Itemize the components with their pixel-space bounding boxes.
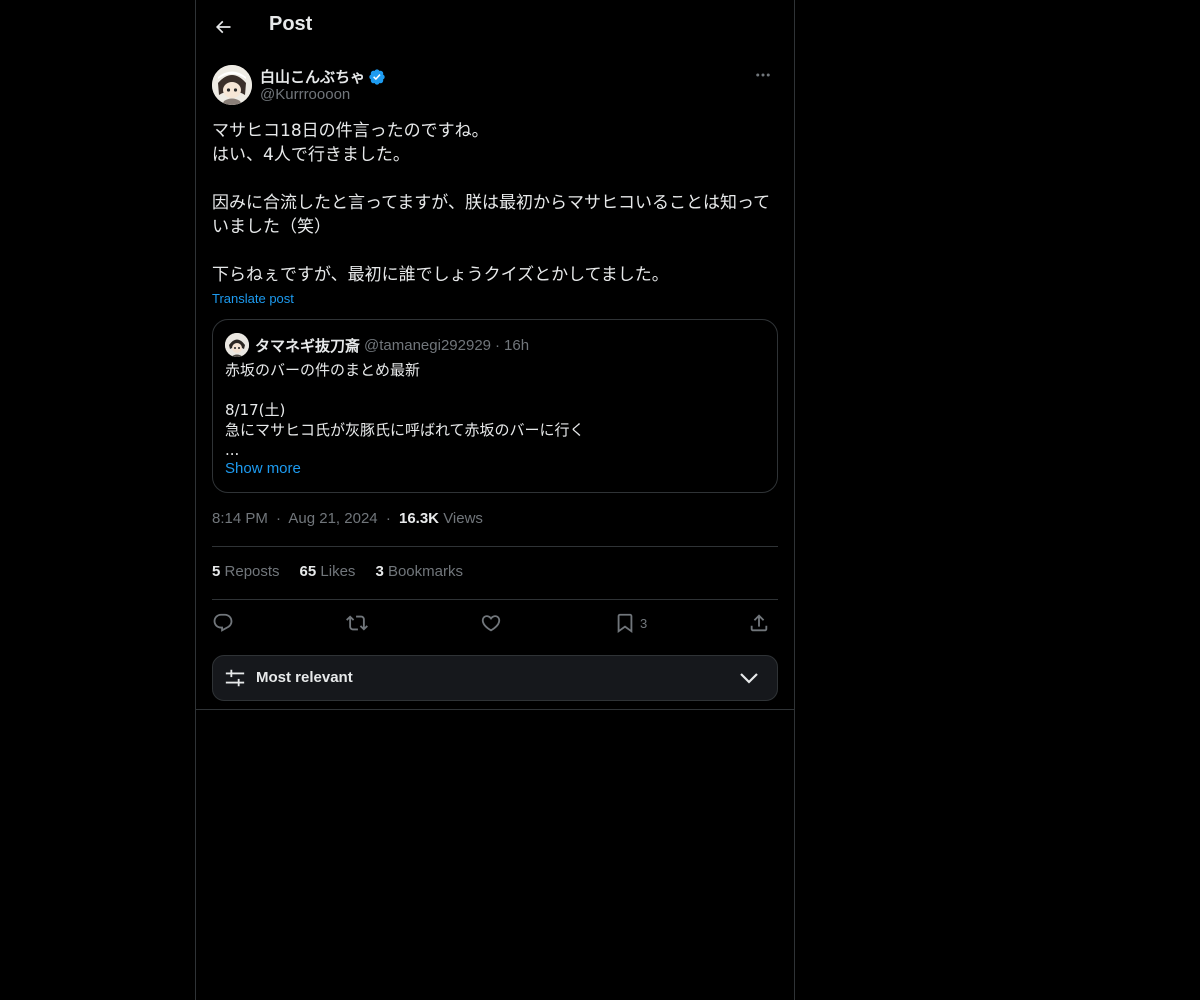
divider [212, 546, 778, 547]
quoted-avatar-image [225, 333, 249, 357]
post-column: Post 白山こんぶちゃ @Kurrroooon マサヒコ18日の件言ったのです… [195, 0, 795, 1000]
author-name[interactable]: 白山こんぶちゃ [260, 66, 386, 87]
author-name-text: 白山こんぶちゃ [260, 68, 366, 86]
page-title: Post [269, 13, 313, 35]
reply-icon [213, 613, 233, 632]
engagement-stats: 5 Reposts 65 Likes 3 Bookmarks [212, 563, 463, 580]
post-text: マサヒコ18日の件言ったのですね。 はい、4人で行きました。 因みに合流したと言… [212, 121, 771, 285]
arrow-left-icon [215, 20, 231, 34]
views-count: 16.3K [398, 510, 440, 527]
sort-label: Most relevant [256, 669, 353, 686]
avatar[interactable] [212, 65, 252, 105]
quoted-author-handle: @tamanegi292929 [364, 336, 492, 354]
bookmarks-label: Bookmarks [387, 563, 463, 580]
more-dots-icon [756, 73, 770, 77]
reposts-count: 5 [212, 563, 221, 580]
more-options-button[interactable] [748, 65, 778, 85]
post-time[interactable]: 8:14 PM [212, 510, 268, 527]
quoted-author-name: タマネギ抜刀斎 [255, 336, 361, 355]
reposts-stat[interactable]: 5 Reposts [212, 563, 280, 580]
likes-label: Likes [320, 563, 356, 580]
heart-icon [481, 615, 501, 632]
post-header: Post [196, 0, 794, 53]
repost-icon [346, 615, 368, 631]
reply-button[interactable] [212, 606, 234, 640]
bookmark-button[interactable]: 3 [614, 606, 647, 640]
like-button[interactable] [480, 606, 502, 640]
quoted-post-header: タマネギ抜刀斎 @tamanegi292929 · 16h [225, 333, 529, 357]
show-more-link[interactable]: Show more [225, 460, 301, 477]
sort-replies-dropdown[interactable]: Most relevant [212, 655, 778, 701]
sliders-icon [225, 669, 245, 687]
divider [212, 599, 778, 600]
verified-badge-icon [369, 68, 385, 85]
post-date[interactable]: Aug 21, 2024 [288, 510, 377, 527]
views-label: Views [443, 510, 483, 527]
bookmarks-stat[interactable]: 3 Bookmarks [375, 563, 463, 580]
quoted-post[interactable]: タマネギ抜刀斎 @tamanegi292929 · 16h 赤坂のバーの件のまと… [212, 319, 778, 493]
bookmark-count: 3 [640, 615, 648, 631]
repost-button[interactable] [346, 606, 368, 640]
quoted-post-text: 赤坂のバーの件のまとめ最新 8/17(土) 急にマサヒコ氏が灰豚氏に呼ばれて赤坂… [225, 361, 585, 459]
quoted-separator: · [495, 336, 501, 354]
bookmarks-count: 3 [375, 563, 384, 580]
translate-post-link[interactable]: Translate post [212, 291, 294, 306]
quoted-avatar [225, 333, 249, 357]
avatar-image [212, 65, 252, 105]
author-handle[interactable]: @Kurrroooon [260, 86, 350, 103]
share-icon [750, 614, 768, 632]
likes-count: 65 [299, 563, 317, 580]
bookmark-icon [617, 613, 633, 634]
post-author: 白山こんぶちゃ @Kurrroooon [212, 65, 778, 109]
chevron-down-icon [740, 673, 758, 684]
share-button[interactable] [748, 606, 770, 640]
back-button[interactable] [208, 12, 238, 42]
post-meta: 8:14 PM · Aug 21, 2024 · 16.3K Views [212, 510, 483, 527]
divider [196, 709, 794, 710]
action-bar: 3 [212, 606, 778, 640]
quoted-time: 16h [504, 336, 530, 354]
meta-separator: · [276, 510, 282, 527]
reposts-label: Reposts [224, 563, 280, 580]
likes-stat[interactable]: 65 Likes [300, 563, 356, 580]
meta-separator: · [385, 510, 391, 527]
